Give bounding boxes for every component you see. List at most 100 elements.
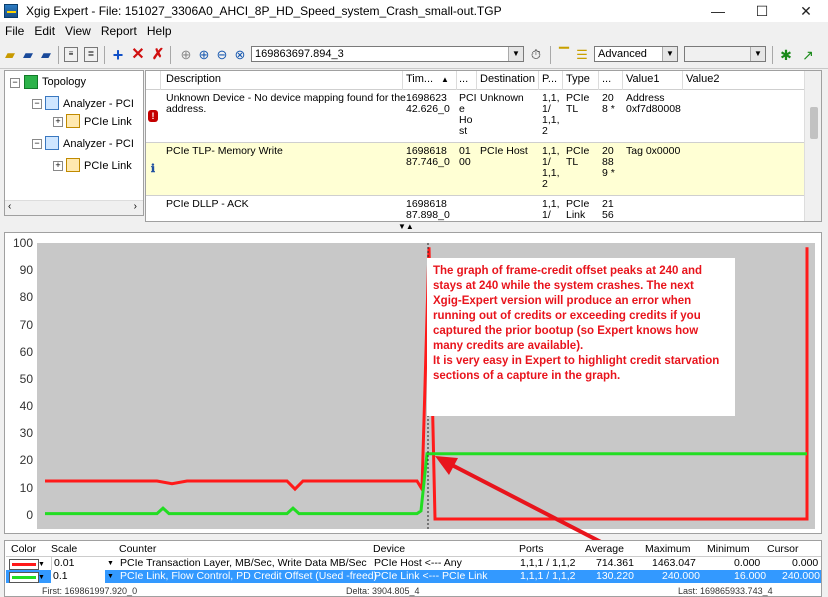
tree-item-link-1[interactable]: PCIe Link — [84, 116, 132, 128]
legend-device: PCIe Host <--- Any — [374, 557, 462, 569]
cell-time: 1698623 42.626_0 — [406, 92, 450, 115]
legend-ports: 1,1,1 / 1,1,2 — [520, 570, 576, 582]
tree-item-analyzer-2[interactable]: Analyzer - PCI — [63, 138, 134, 150]
timestamp-combo[interactable]: 169863697.894_3 ▼ — [251, 46, 524, 62]
chevron-down-icon[interactable]: ▼ — [107, 557, 114, 570]
sort-ascending-icon[interactable]: ▲ — [441, 75, 449, 84]
cell-description: Unknown Device - No device mapping found… — [166, 92, 406, 115]
cell-description: PCIe TLP- Memory Write — [166, 145, 283, 157]
filter-list-icon[interactable]: ☰ — [574, 47, 590, 63]
column-length[interactable]: ... — [602, 73, 611, 85]
expand-icon[interactable]: + — [53, 117, 63, 127]
tree-item-link-2[interactable]: PCIe Link — [84, 160, 132, 172]
menu-help[interactable]: Help — [142, 22, 177, 40]
chevron-down-icon[interactable]: ▼ — [662, 47, 677, 61]
list-view-icon[interactable]: ≡ — [64, 47, 78, 62]
title-bar: Xgig Expert - File: 151027_3306A0_AHCI_8… — [0, 0, 828, 22]
zoom-out-icon[interactable]: ⊖ — [214, 47, 230, 63]
legend-cursor: 0.000 — [792, 557, 819, 569]
splitter-arrows-icon[interactable]: ▼▲ — [398, 222, 414, 231]
menu-report[interactable]: Report — [96, 22, 142, 40]
tree-item-topology[interactable]: Topology — [42, 76, 86, 88]
tree-item-analyzer-1[interactable]: Analyzer - PCI — [63, 98, 134, 110]
collapse-icon[interactable]: − — [32, 139, 42, 149]
chevron-down-icon[interactable]: ▼ — [38, 571, 45, 584]
legend-row-selected[interactable]: ▼ 0.1 ▼ PCIe Link, Flow Control, PD Cred… — [6, 570, 821, 583]
secondary-combo[interactable]: ▼ — [684, 46, 766, 62]
minimize-button[interactable]: — — [696, 0, 740, 22]
delete-all-icon[interactable]: ✗ — [150, 47, 166, 63]
cell-length: 20 88 9 * — [602, 145, 615, 179]
scroll-left-icon[interactable]: ‹ — [8, 201, 11, 212]
status-delta: Delta: 3904.805_4 — [346, 586, 420, 596]
legend-device: PCIe Link <--- PCIe Link — [374, 570, 488, 582]
save-icon[interactable]: ▰ — [38, 47, 54, 63]
legend-col-device: Device — [373, 543, 406, 555]
menu-view[interactable]: View — [60, 22, 96, 40]
column-value1[interactable]: Value1 — [626, 73, 659, 85]
maximize-button[interactable]: ☐ — [740, 0, 784, 22]
cell-port: 1,1, 1/ 1,1, 2 — [542, 145, 560, 190]
expand-icon[interactable]: + — [53, 161, 63, 171]
cell-time: 1698618 87.746_0 — [406, 145, 450, 168]
table-row[interactable]: ℹ PCIe TLP- Memory Write 1698618 87.746_… — [146, 143, 806, 196]
grid-header: Description Tim... ▲ ... Destination P..… — [146, 71, 821, 90]
scroll-thumb[interactable] — [810, 107, 818, 139]
column-source[interactable]: ... — [459, 73, 468, 85]
zoom-fit-icon[interactable]: ⊗ — [232, 47, 248, 63]
chevron-down-icon[interactable]: ▼ — [508, 47, 523, 61]
legend-scale[interactable]: 0.01 — [51, 557, 106, 570]
open-file-icon[interactable]: ▰ — [20, 47, 36, 63]
status-row: First: 169861997.920_0 Delta: 3904.805_4… — [6, 586, 821, 596]
legend-col-color: Color — [11, 543, 37, 555]
legend-col-cursor: Cursor — [767, 543, 799, 555]
pin-icon[interactable]: ↗ — [800, 47, 816, 63]
column-value2[interactable]: Value2 — [686, 73, 719, 85]
tree-horizontal-scrollbar[interactable]: ‹ › — [5, 200, 143, 215]
legend-col-minimum: Minimum — [707, 543, 750, 555]
topology-icon — [24, 75, 38, 89]
column-description[interactable]: Description — [166, 73, 221, 85]
table-row[interactable]: PCIe DLLP - ACK 1698618 87.898_0 1,1, 1/… — [146, 196, 806, 221]
scroll-right-icon[interactable]: › — [134, 201, 137, 212]
chevron-down-icon[interactable]: ▼ — [107, 570, 114, 583]
grid-vertical-scrollbar[interactable] — [804, 71, 821, 221]
legend-col-ports: Ports — [519, 543, 544, 555]
settings-star-icon[interactable]: ✱ — [778, 47, 794, 63]
annotation-line: sections of a capture in the graph. — [433, 370, 621, 382]
info-icon: ℹ — [150, 163, 156, 175]
column-type[interactable]: Type — [566, 73, 590, 85]
zoom-icon[interactable]: ⊕ — [178, 47, 194, 63]
menu-file[interactable]: File — [0, 22, 29, 40]
zoom-in-icon[interactable]: ⊕ — [196, 47, 212, 63]
add-icon[interactable]: + — [110, 46, 126, 64]
bookmark-icon[interactable]: ▔ — [556, 47, 572, 63]
column-time[interactable]: Tim... — [406, 73, 433, 85]
mode-combo[interactable]: Advanced ▼ — [594, 46, 678, 62]
menu-bar: File Edit View Report Help — [0, 22, 828, 40]
series-color-swatch[interactable] — [9, 559, 39, 570]
menu-edit[interactable]: Edit — [29, 22, 60, 40]
legend-row[interactable]: ▼ 0.01 ▼ PCIe Transaction Layer, MB/Sec,… — [6, 556, 821, 570]
column-port[interactable]: P... — [542, 73, 557, 85]
open-folder-icon[interactable]: ▰ — [2, 47, 18, 63]
y-tick-label: 90 — [19, 263, 33, 278]
delete-icon[interactable]: ✕ — [130, 47, 146, 63]
chevron-down-icon[interactable]: ▼ — [750, 47, 765, 61]
cell-description: PCIe DLLP - ACK — [166, 198, 249, 210]
cell-length: 21 56 — [602, 198, 614, 221]
legend-counter: PCIe Transaction Layer, MB/Sec, Write Da… — [120, 557, 367, 569]
timer-icon[interactable]: ⏱ — [528, 47, 544, 63]
close-button[interactable]: ✕ — [784, 0, 828, 22]
mode-value: Advanced — [598, 48, 647, 60]
legend-scale[interactable]: 0.1 — [51, 570, 105, 583]
series-color-swatch[interactable] — [9, 572, 39, 583]
detail-view-icon[interactable]: ≣ — [84, 47, 98, 62]
table-row[interactable]: ! Unknown Device - No device mapping fou… — [146, 90, 806, 143]
column-destination[interactable]: Destination — [480, 73, 535, 85]
cell-time: 1698618 87.898_0 — [406, 198, 450, 221]
collapse-icon[interactable]: − — [10, 78, 20, 88]
collapse-icon[interactable]: − — [32, 99, 42, 109]
cell-type: PCIe TL — [566, 92, 590, 115]
y-tick-label: 100 — [12, 236, 33, 250]
